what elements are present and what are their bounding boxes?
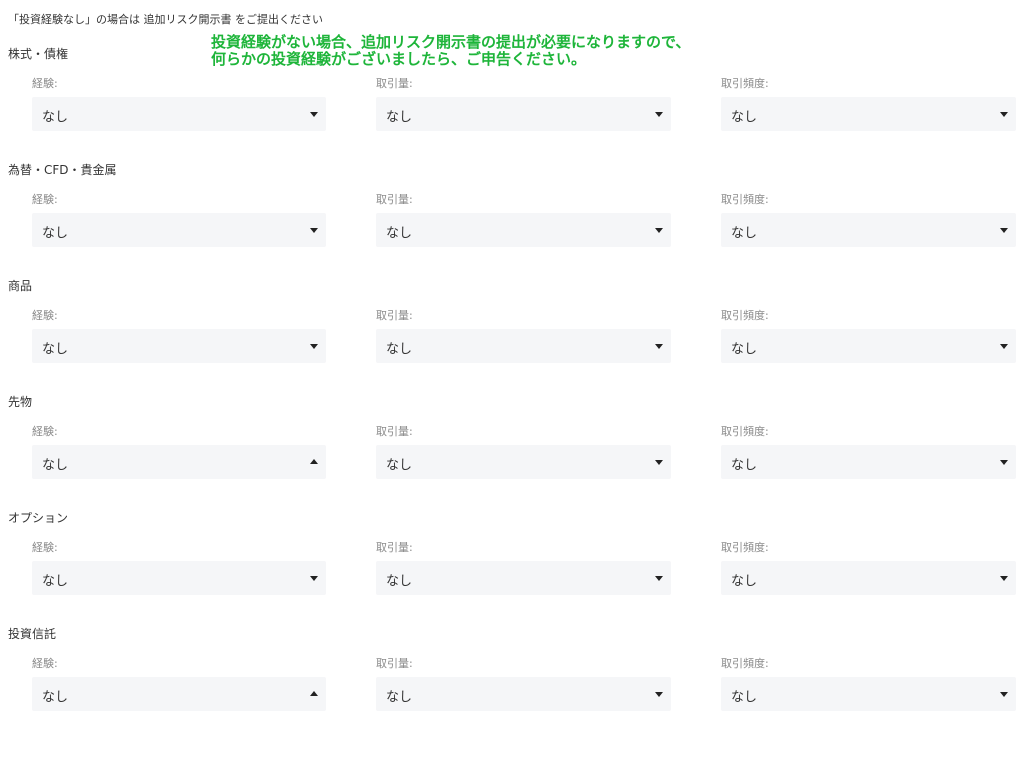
volume-select-commodities[interactable]: なし: [376, 329, 671, 363]
volume-label: 取引量:: [376, 77, 413, 90]
experience-label: 経験:: [32, 193, 58, 206]
frequency-select-futures[interactable]: なし: [721, 445, 1016, 479]
select-value: なし: [42, 110, 69, 125]
volume-select-futures[interactable]: なし: [376, 445, 671, 479]
experience-label: 経験:: [32, 309, 58, 322]
chevron-down-icon: [310, 344, 318, 349]
experience-select-investment-trusts[interactable]: なし: [32, 677, 326, 711]
select-value: なし: [386, 574, 413, 589]
frequency-select-options[interactable]: なし: [721, 561, 1016, 595]
experience-label: 経験:: [32, 541, 58, 554]
frequency-label: 取引頻度:: [721, 541, 769, 554]
select-value: なし: [731, 690, 758, 705]
chevron-down-icon: [1000, 576, 1008, 581]
volume-select-options[interactable]: なし: [376, 561, 671, 595]
chevron-down-icon: [310, 112, 318, 117]
select-value: なし: [386, 226, 413, 241]
frequency-label: 取引頻度:: [721, 193, 769, 206]
experience-label: 経験:: [32, 425, 58, 438]
section-title-fx-cfd-metals: 為替・CFD・貴金属: [8, 163, 117, 177]
volume-select-stocks-bonds[interactable]: なし: [376, 97, 671, 131]
risk-disclosure-notice: 「投資経験なし」の場合は 追加リスク開示書 をご提出ください: [8, 13, 323, 26]
chevron-down-icon: [655, 576, 663, 581]
section-title-options: オプション: [8, 511, 69, 525]
frequency-label: 取引頻度:: [721, 309, 769, 322]
green-annotation: 投資経験がない場合、追加リスク開示書の提出が必要になりますので、 何らかの投資経…: [211, 34, 690, 68]
volume-select-fx-cfd-metals[interactable]: なし: [376, 213, 671, 247]
experience-select-commodities[interactable]: なし: [32, 329, 326, 363]
select-value: なし: [731, 458, 758, 473]
frequency-label: 取引頻度:: [721, 657, 769, 670]
select-value: なし: [42, 226, 69, 241]
chevron-down-icon: [310, 576, 318, 581]
chevron-down-icon: [1000, 692, 1008, 697]
chevron-down-icon: [1000, 112, 1008, 117]
experience-label: 経験:: [32, 77, 58, 90]
chevron-down-icon: [310, 228, 318, 233]
select-value: なし: [42, 690, 69, 705]
chevron-down-icon: [655, 344, 663, 349]
select-value: なし: [42, 458, 69, 473]
chevron-up-icon: [310, 459, 318, 464]
chevron-up-icon: [310, 691, 318, 696]
chevron-down-icon: [655, 692, 663, 697]
frequency-select-fx-cfd-metals[interactable]: なし: [721, 213, 1016, 247]
experience-select-stocks-bonds[interactable]: なし: [32, 97, 326, 131]
volume-label: 取引量:: [376, 193, 413, 206]
select-value: なし: [731, 226, 758, 241]
chevron-down-icon: [1000, 228, 1008, 233]
section-title-stocks-bonds: 株式・債権: [8, 47, 69, 61]
section-title-investment-trusts: 投資信託: [8, 627, 57, 641]
annotation-line-1: 投資経験がない場合、追加リスク開示書の提出が必要になりますので、: [211, 33, 691, 51]
select-value: なし: [386, 690, 413, 705]
chevron-down-icon: [1000, 460, 1008, 465]
annotation-line-2: 何らかの投資経験がございましたら、ご申告ください。: [211, 50, 587, 68]
select-value: なし: [386, 342, 413, 357]
experience-select-futures[interactable]: なし: [32, 445, 326, 479]
select-value: なし: [731, 110, 758, 125]
volume-select-investment-trusts[interactable]: なし: [376, 677, 671, 711]
select-value: なし: [386, 458, 413, 473]
volume-label: 取引量:: [376, 309, 413, 322]
experience-label: 経験:: [32, 657, 58, 670]
experience-select-options[interactable]: なし: [32, 561, 326, 595]
frequency-select-stocks-bonds[interactable]: なし: [721, 97, 1016, 131]
chevron-down-icon: [655, 228, 663, 233]
select-value: なし: [731, 342, 758, 357]
volume-label: 取引量:: [376, 425, 413, 438]
frequency-label: 取引頻度:: [721, 425, 769, 438]
select-value: なし: [42, 574, 69, 589]
section-title-futures: 先物: [8, 395, 33, 409]
select-value: なし: [731, 574, 758, 589]
chevron-down-icon: [1000, 344, 1008, 349]
volume-label: 取引量:: [376, 657, 413, 670]
frequency-select-commodities[interactable]: なし: [721, 329, 1016, 363]
select-value: なし: [386, 110, 413, 125]
experience-select-fx-cfd-metals[interactable]: なし: [32, 213, 326, 247]
section-title-commodities: 商品: [8, 279, 33, 293]
chevron-down-icon: [655, 460, 663, 465]
frequency-label: 取引頻度:: [721, 77, 769, 90]
frequency-select-investment-trusts[interactable]: なし: [721, 677, 1016, 711]
select-value: なし: [42, 342, 69, 357]
volume-label: 取引量:: [376, 541, 413, 554]
chevron-down-icon: [655, 112, 663, 117]
